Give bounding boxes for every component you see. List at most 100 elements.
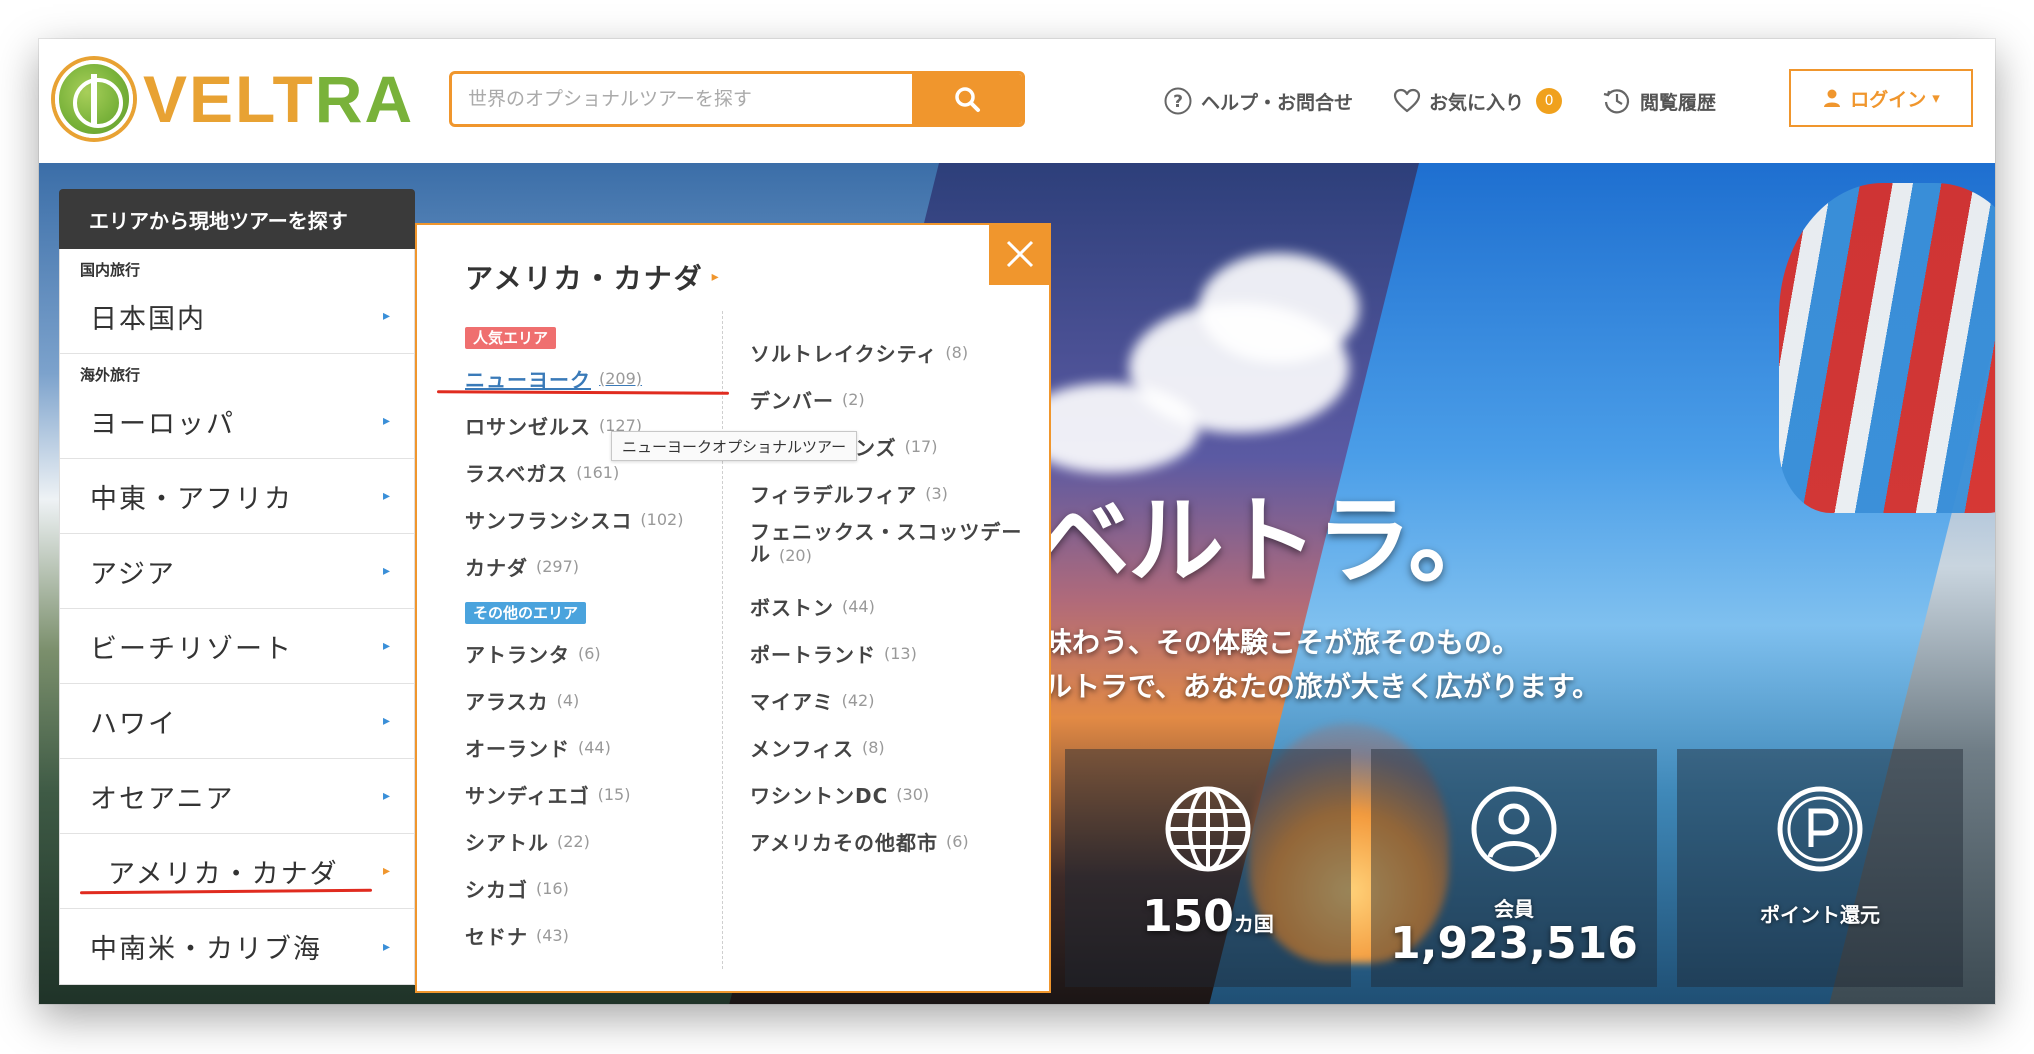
area-item-latin-america-caribbean[interactable]: 中南米・カリブ海 ▸ [60, 909, 414, 984]
stat-countries: 150カ国 [1142, 895, 1274, 946]
city-name: ワシントンDC [750, 784, 889, 808]
city-link-philadelphia[interactable]: フィラデルフィア (3) [750, 470, 1040, 517]
city-link-canada[interactable]: カナダ (297) [465, 543, 715, 590]
city-count: (13) [884, 644, 917, 663]
city-link-salt-lake-city[interactable]: ソルトレイクシティ (8) [750, 329, 1040, 376]
area-item-europe[interactable]: ヨーロッパ ▸ [60, 384, 414, 459]
city-link-boston[interactable]: ボストン (44) [750, 583, 1040, 630]
city-name: アラスカ [465, 690, 549, 714]
hero-subtitle-line-2: ルトラで、あなたの旅が大きく広がります。 [1044, 670, 1601, 703]
city-link-memphis[interactable]: メンフィス (8) [750, 724, 1040, 771]
area-item-hawaii[interactable]: ハワイ ▸ [60, 684, 414, 759]
city-link-san-francisco[interactable]: サンフランシスコ (102) [465, 496, 715, 543]
city-link-seattle[interactable]: シアトル (22) [465, 818, 715, 865]
city-count: (8) [945, 343, 969, 362]
city-name: メンフィス [750, 737, 854, 761]
logo-text-a: VELT [143, 62, 315, 136]
city-name: マイアミ [750, 690, 834, 714]
area-item-label: 中東・アフリカ [90, 483, 293, 515]
city-link-alaska[interactable]: アラスカ (4) [465, 677, 715, 724]
question-circle-icon: ? [1164, 87, 1192, 115]
city-link-san-diego[interactable]: サンディエゴ (15) [465, 771, 715, 818]
member-user-icon [1468, 783, 1560, 879]
site-header: VELTRA ? ヘルプ・お問合せ [39, 39, 1995, 163]
search-input[interactable] [452, 74, 942, 124]
city-name: アメリカその他都市 [750, 831, 938, 855]
city-link-washington-dc[interactable]: ワシントンDC (30) [750, 771, 1040, 818]
city-link-orlando[interactable]: オーランド (44) [465, 724, 715, 771]
city-link-new-york[interactable]: ニューヨーク (209) [465, 355, 715, 402]
city-name: ポートランド [750, 643, 876, 667]
city-name: オーランド [465, 737, 570, 761]
city-count: (44) [842, 597, 875, 616]
region-dropdown-panel: アメリカ・カナダ ▸ 人気エリア ニューヨーク (209) ロサンゼルス (127)… [415, 223, 1051, 993]
favorites-link[interactable]: お気に入り 0 [1393, 88, 1563, 115]
browser-window: VELTRA ? ヘルプ・お問合せ [39, 39, 1995, 1004]
search-box [449, 71, 1025, 127]
city-link-chicago[interactable]: シカゴ (16) [465, 865, 715, 912]
area-item-japan[interactable]: 日本国内 ▸ [60, 279, 414, 354]
city-link-portland[interactable]: ポートランド (13) [750, 630, 1040, 677]
heart-icon [1393, 88, 1421, 113]
region-title-link[interactable]: アメリカ・カナダ ▸ [465, 257, 721, 297]
city-count: (161) [576, 463, 620, 482]
close-button[interactable] [989, 223, 1051, 285]
logo-wordmark: VELTRA [143, 61, 414, 137]
city-count: (20) [779, 546, 812, 565]
city-link-sedona[interactable]: セドナ (43) [465, 912, 715, 959]
region-column-1: 人気エリア ニューヨーク (209) ロサンゼルス (127) ラスベガス (161)… [465, 315, 715, 959]
region-title: アメリカ・カナダ [465, 262, 704, 295]
chevron-right-icon: ▸ [382, 863, 392, 879]
other-area-tag: その他のエリア [465, 602, 587, 624]
column-spacer [750, 315, 1040, 329]
city-link-atlanta[interactable]: アトランタ (6) [465, 630, 715, 677]
city-count: (42) [841, 691, 875, 710]
area-item-label: オセアニア [90, 783, 235, 815]
hero-subtitle-line-1: 味わう、その体験こそが旅そのもの。 [1044, 626, 1521, 659]
area-menu-title: エリアから現地ツアーを探す [59, 189, 415, 249]
area-item-middle-east-africa[interactable]: 中東・アフリカ ▸ [60, 459, 414, 534]
city-link-phoenix-scottsdale[interactable]: フェニックス・スコッツデール (20) [750, 517, 1040, 583]
close-icon [1006, 240, 1034, 268]
city-link-denver[interactable]: デンバー (2) [750, 376, 1040, 423]
area-item-asia[interactable]: アジア ▸ [60, 534, 414, 609]
veltra-logo[interactable]: VELTRA [55, 59, 414, 139]
popular-area-tag: 人気エリア [465, 327, 557, 349]
city-name: ボストン [750, 596, 834, 620]
city-count: (3) [925, 484, 948, 503]
chevron-right-icon: ▸ [382, 788, 392, 804]
chevron-right-icon: ▸ [382, 488, 392, 504]
city-count: (8) [862, 738, 885, 757]
login-button[interactable]: ログイン ▾ [1789, 69, 1973, 127]
hover-tooltip: ニューヨークオプショナルツアー [611, 431, 858, 461]
city-name: ラスベガス [465, 462, 569, 486]
history-label: 閲覧履歴 [1640, 91, 1717, 114]
history-link[interactable]: 閲覧履歴 [1602, 86, 1716, 116]
area-item-beach-resort[interactable]: ビーチリゾート ▸ [60, 609, 414, 684]
city-link-other-us-cities[interactable]: アメリカその他都市 (6) [750, 818, 1040, 865]
city-name: カナダ [465, 556, 528, 580]
area-item-label: ハワイ [90, 708, 177, 740]
city-name: サンディエゴ [465, 784, 590, 808]
city-name: フィラデルフィア [750, 483, 918, 507]
stat-members-value: 1,923,516 [1390, 918, 1638, 969]
history-clock-icon [1603, 89, 1630, 114]
area-item-label: ビーチリゾート [90, 633, 293, 665]
help-link[interactable]: ? ヘルプ・お問合せ [1163, 86, 1353, 116]
chevron-right-icon: ▸ [382, 638, 392, 654]
search-button[interactable] [912, 74, 1022, 124]
login-label: ログイン [1850, 88, 1927, 111]
chevron-right-icon: ▸ [382, 413, 392, 429]
stat-card-countries: 150カ国 [1065, 749, 1351, 987]
city-name: シアトル [465, 831, 549, 855]
area-item-america-canada[interactable]: アメリカ・カナダ ▸ [60, 834, 414, 909]
city-name: シカゴ [465, 878, 528, 902]
city-count: (6) [578, 644, 601, 663]
domestic-group-label: 国内旅行 [80, 261, 141, 279]
hero-headline: ベルトラ。 [1034, 485, 1504, 597]
city-link-miami[interactable]: マイアミ (42) [750, 677, 1040, 724]
globe-icon [1162, 783, 1254, 879]
area-item-oceania[interactable]: オセアニア ▸ [60, 759, 414, 834]
city-name: ニューヨーク [465, 368, 591, 392]
logo-text-b: RA [314, 62, 415, 136]
